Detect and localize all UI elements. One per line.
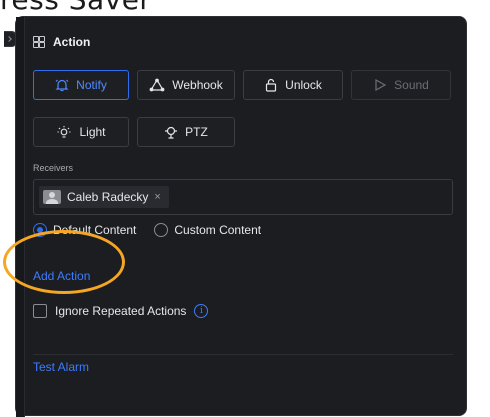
ignore-repeated-label: Ignore Repeated Actions <box>55 304 187 318</box>
receivers-field[interactable]: Caleb Radecky × <box>33 179 453 215</box>
light-label: Light <box>79 125 106 139</box>
bell-icon <box>55 79 69 92</box>
avatar <box>43 190 61 204</box>
webhook-icon <box>149 78 165 92</box>
ignore-repeated-checkbox[interactable] <box>33 304 47 318</box>
play-icon <box>375 78 387 92</box>
test-alarm-link[interactable]: Test Alarm <box>33 360 89 374</box>
divider <box>33 354 453 355</box>
action-title: Action <box>53 35 91 49</box>
notify-label: Notify <box>76 78 107 92</box>
content-radio-group: Default Content Custom Content <box>33 223 273 237</box>
receiver-chip: Caleb Radecky × <box>39 186 169 208</box>
unlock-icon <box>266 78 277 92</box>
ignore-repeated-row: Ignore Repeated Actions i <box>33 304 209 318</box>
light-icon <box>57 126 71 138</box>
ptz-button[interactable]: PTZ <box>137 117 235 147</box>
grid-icon <box>33 36 45 48</box>
unlock-button[interactable]: Unlock <box>243 70 343 100</box>
unlock-label: Unlock <box>285 78 322 92</box>
ptz-icon <box>165 126 178 139</box>
ptz-label: PTZ <box>185 125 208 139</box>
action-panel: Action Notify Webhook Unlock Sound Light <box>15 16 467 417</box>
add-action-link[interactable]: Add Action <box>33 269 90 283</box>
background-title: ress Saver <box>0 0 151 16</box>
default-content-radio[interactable] <box>33 223 47 237</box>
default-content-option[interactable]: Default Content <box>33 223 136 237</box>
receiver-name: Caleb Radecky <box>67 190 149 204</box>
custom-content-label: Custom Content <box>174 223 262 237</box>
webhook-label: Webhook <box>172 78 223 92</box>
sound-button[interactable]: Sound <box>351 70 451 100</box>
sound-label: Sound <box>394 78 429 92</box>
custom-content-option[interactable]: Custom Content <box>154 223 261 237</box>
custom-content-radio[interactable] <box>154 223 169 237</box>
remove-receiver-icon[interactable]: × <box>154 191 160 203</box>
action-header: Action <box>33 35 90 49</box>
panel-side-strip <box>16 17 25 417</box>
info-icon[interactable]: i <box>194 304 209 318</box>
default-content-label: Default Content <box>53 223 137 237</box>
light-button[interactable]: Light <box>33 117 129 147</box>
webhook-button[interactable]: Webhook <box>137 70 235 100</box>
receivers-label: Receivers <box>33 163 74 173</box>
notify-button[interactable]: Notify <box>33 70 129 100</box>
